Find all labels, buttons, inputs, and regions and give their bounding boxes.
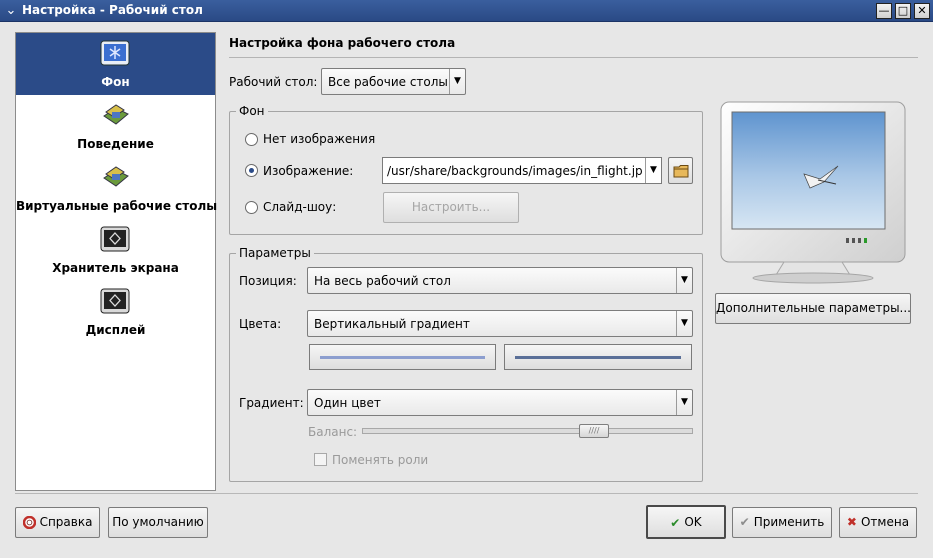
primary-color-swatch [320,356,485,359]
sidebar-item-label: Поведение [77,137,154,151]
image-path-value: /usr/share/backgrounds/images/in_flight.… [387,164,643,178]
behavior-icon [103,104,129,125]
window-title: Настройка - Рабочий стол [22,3,203,17]
wallpaper-preview [720,101,906,284]
image-label: Изображение: [263,164,354,178]
checkmark-icon: ✔ [739,515,750,529]
chevron-down-icon: ▼ [676,268,692,293]
swap-roles-checkbox[interactable] [314,453,327,466]
sidebar-item-screensaver[interactable]: Хранитель экрана [16,219,215,281]
desktop-select[interactable]: Все рабочие столы ▼ [321,68,466,95]
maximize-icon[interactable]: □ [895,3,911,19]
desktop-select-value: Все рабочие столы [328,75,448,89]
desktop-background-icon [100,40,130,66]
display-icon [100,288,130,314]
no-image-radio[interactable] [245,133,258,146]
swap-roles-label: Поменять роли [332,453,429,467]
checkmark-icon: ✔ [670,515,681,530]
no-image-label: Нет изображения [263,132,376,146]
chevron-down-icon: ▼ [645,158,661,183]
bottom-separator [15,493,918,494]
secondary-color-button[interactable] [504,344,692,370]
balance-slider-thumb[interactable]: //// [579,424,609,438]
sidebar-item-behavior[interactable]: Поведение [16,95,215,157]
title-separator [229,57,918,58]
sidebar-item-virtual-desktops[interactable]: Виртуальные рабочие столы [16,157,218,219]
position-select-value: На весь рабочий стол [314,274,451,288]
gradient-select[interactable]: Один цвет ▼ [307,389,693,416]
colors-select-value: Вертикальный градиент [314,317,470,331]
folder-icon [673,164,688,177]
configure-slideshow-button[interactable]: Настроить... [383,192,519,223]
slideshow-label: Слайд-шоу: [263,200,337,214]
window-menu-icon[interactable]: ⌄ [2,2,20,20]
virtual-desktops-icon [103,166,129,187]
position-select[interactable]: На весь рабочий стол ▼ [307,267,693,294]
browse-folder-button[interactable] [668,157,693,184]
category-sidebar: Фон Поведение Виртуальные рабочие столы … [15,32,218,491]
cancel-button-label: Отмена [860,515,910,529]
sidebar-item-background[interactable]: Фон [16,33,215,95]
cancel-icon: ✖ [846,515,857,529]
gradient-select-value: Один цвет [314,396,381,410]
screensaver-icon [100,226,130,252]
apply-button[interactable]: ✔ Применить [732,507,832,538]
close-icon[interactable]: ✕ [914,3,930,19]
chevron-down-icon: ▼ [676,311,692,336]
balance-slider-track[interactable] [362,428,693,434]
chevron-down-icon: ▼ [676,390,692,415]
chevron-down-icon: ▼ [449,69,465,94]
help-button[interactable]: Справка [15,507,100,538]
image-radio[interactable] [245,164,258,177]
sidebar-item-label: Фон [101,75,130,89]
help-button-label: Справка [39,515,93,529]
secondary-color-swatch [515,356,681,359]
minimize-icon[interactable]: — [876,3,892,19]
help-icon [22,516,36,529]
gradient-label: Градиент: [239,396,304,410]
balance-label: Баланс: [308,425,358,439]
apply-button-label: Применить [753,515,825,529]
title-bar[interactable]: ⌄ Настройка - Рабочий стол — □ ✕ [0,0,933,22]
page-title: Настройка фона рабочего стола [229,36,456,50]
sidebar-item-label: Виртуальные рабочие столы [16,199,218,213]
sidebar-item-label: Дисплей [85,323,146,337]
sidebar-item-label: Хранитель экрана [52,261,179,275]
cancel-button[interactable]: ✖ Отмена [839,507,917,538]
ok-button-label: OK [684,515,702,529]
colors-select[interactable]: Вертикальный градиент ▼ [307,310,693,337]
parameters-group-title: Параметры [236,246,314,260]
background-group-title: Фон [236,104,268,118]
image-path-select[interactable]: /usr/share/backgrounds/images/in_flight.… [382,157,662,184]
advanced-settings-button[interactable]: Дополнительные параметры... [715,293,911,324]
defaults-button[interactable]: По умолчанию [108,507,208,538]
primary-color-button[interactable] [309,344,496,370]
slideshow-radio[interactable] [245,201,258,214]
desktop-label: Рабочий стол: [229,75,318,89]
colors-label: Цвета: [239,317,282,331]
position-label: Позиция: [239,274,297,288]
sidebar-item-display[interactable]: Дисплей [16,281,215,343]
ok-button[interactable]: ✔ OK [646,505,726,539]
